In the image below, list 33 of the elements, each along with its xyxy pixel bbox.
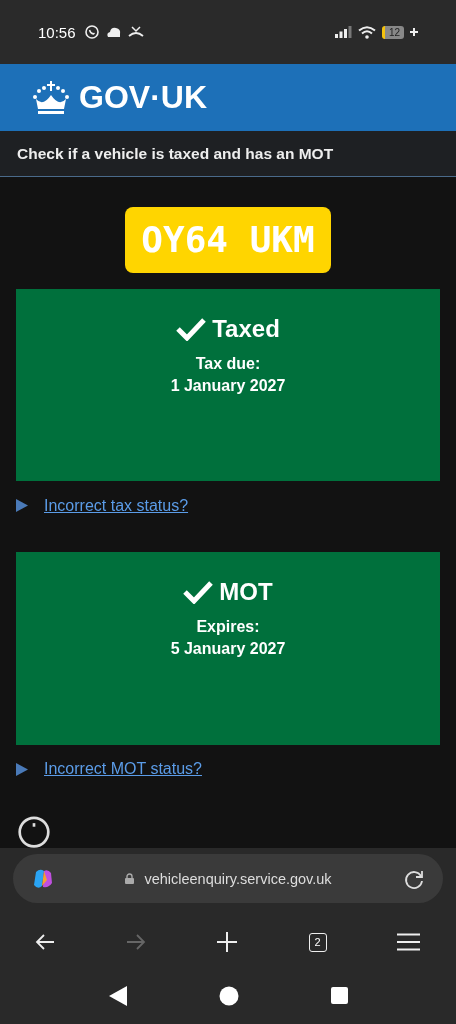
chat-icon: [83, 24, 100, 40]
date-label: Expires:: [196, 617, 260, 638]
status-time: 10:56: [38, 23, 76, 41]
number-plate: OY64 UKM: [125, 207, 331, 273]
details-link[interactable]: Incorrect tax status?: [44, 496, 189, 515]
status-date: 1 January 2027: [170, 376, 286, 396]
new-tab-icon[interactable]: [216, 931, 238, 953]
service-name[interactable]: Check if a vehicle is taxed and has an MOT: [17, 144, 334, 163]
charging-icon: [410, 28, 418, 36]
info-icon: [16, 815, 52, 848]
status-title: MOT: [219, 578, 273, 607]
gov-uk-logo[interactable]: GOV·UK: [79, 79, 207, 116]
signal-icon: [334, 26, 352, 38]
menu-icon[interactable]: [397, 933, 420, 951]
crown-icon: [33, 80, 69, 115]
home-circle-icon[interactable]: [218, 985, 239, 1006]
status-date: 5 January 2027: [170, 639, 286, 660]
battery-indicator: 12: [381, 25, 404, 39]
details-link[interactable]: Incorrect MOT status?: [44, 760, 202, 779]
cloud-icon: [105, 26, 122, 38]
forward-icon[interactable]: [125, 933, 146, 951]
lock-icon: [125, 873, 135, 884]
status-title: Taxed: [212, 315, 280, 343]
tab-count-button[interactable]: 2: [308, 932, 327, 952]
address-bar[interactable]: vehicleenquiry.service.gov.uk: [13, 854, 443, 903]
wifi-icon: [357, 25, 376, 39]
back-triangle-icon[interactable]: [108, 985, 127, 1006]
back-icon[interactable]: [35, 933, 55, 951]
date-label: Tax due:: [195, 354, 261, 374]
check-icon: [183, 580, 214, 605]
recents-square-icon[interactable]: [330, 987, 348, 1004]
url-text: vehicleenquiry.service.gov.uk: [144, 870, 332, 887]
check-icon: [176, 317, 207, 341]
